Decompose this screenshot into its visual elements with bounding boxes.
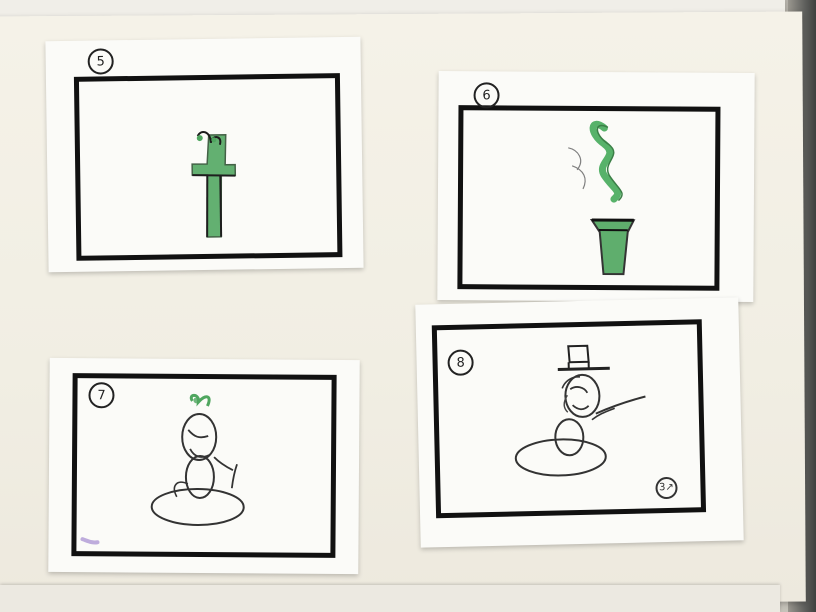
storyboard-card-7: 7 [48, 357, 360, 575]
panel-6-frame [457, 105, 721, 291]
storyboard-card-6: 6 [437, 71, 755, 302]
panel-6-number: 6 [473, 82, 500, 109]
panel-5-frame [73, 73, 343, 261]
storyboard-card-8: 8 3↗ [415, 297, 744, 548]
photo-scene: 5 6 7 8 3↗ [0, 0, 816, 612]
bottom-paper-sheet [0, 585, 780, 612]
storyboard-card-5: 5 [45, 36, 364, 273]
panel-7-number: 7 [88, 382, 115, 409]
